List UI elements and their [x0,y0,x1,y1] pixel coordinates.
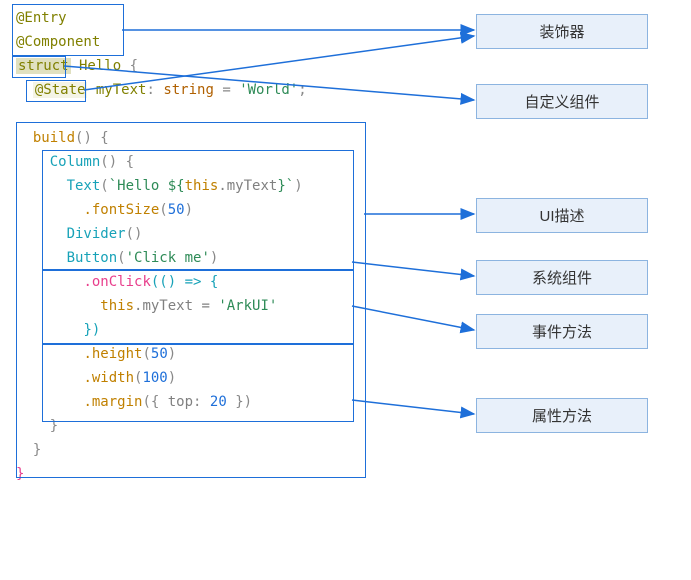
diagram-stage: @Entry @Component struct Hello { @State … [0,0,691,580]
box-onclick [42,270,354,344]
label-system-component: 系统组件 [476,260,648,295]
box-column-inner [42,150,354,270]
label-attribute-method: 属性方法 [476,398,648,433]
label-custom-component: 自定义组件 [476,84,648,119]
label-ui-description: UI描述 [476,198,648,233]
box-decorators [12,4,124,56]
code-line: struct Hello { [16,54,376,78]
label-decorator: 装饰器 [476,14,648,49]
label-event-method: 事件方法 [476,314,648,349]
box-struct [12,56,66,78]
box-attrs [42,344,354,422]
box-state [26,80,86,102]
